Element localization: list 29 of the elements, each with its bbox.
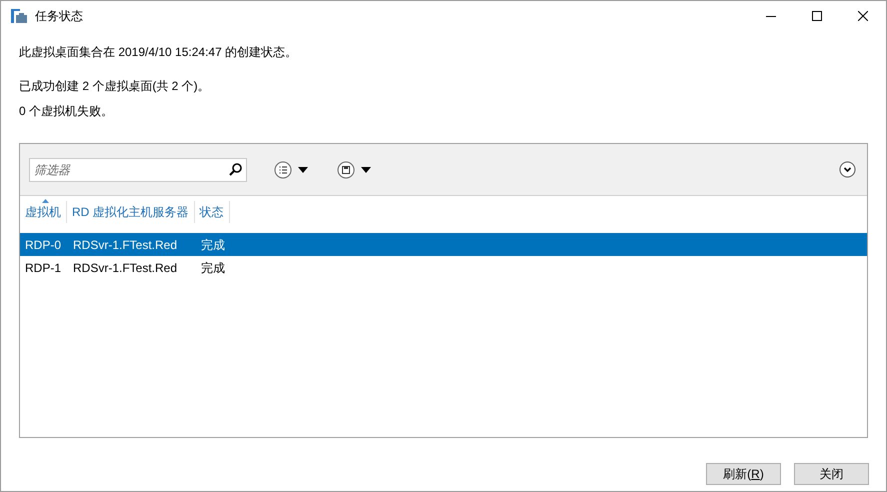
save-icon bbox=[337, 160, 355, 178]
status-message: 已成功创建 2 个虚拟桌面(共 2 个)。 bbox=[19, 78, 211, 94]
status-message: 0 个虚拟机失败。 bbox=[19, 103, 114, 119]
close-icon bbox=[858, 11, 868, 21]
table-cell-text: 完成 bbox=[200, 236, 225, 254]
column-header[interactable]: 虚拟机 bbox=[20, 201, 67, 223]
window-icon bbox=[11, 9, 27, 23]
column-header[interactable]: 状态 bbox=[194, 201, 230, 223]
search-icon bbox=[229, 162, 242, 176]
caret-icon bbox=[361, 166, 371, 172]
list-options-button[interactable] bbox=[274, 160, 308, 178]
caret-icon bbox=[298, 166, 308, 172]
filter-field[interactable]: 筛选器 bbox=[29, 158, 247, 182]
save-options-button[interactable] bbox=[337, 160, 371, 178]
status-message: 此虚拟桌面集合在 2019/4/10 15:24:47 的创建状态。 bbox=[19, 44, 298, 60]
column-header[interactable]: RD 虚拟化主机服务器 bbox=[67, 201, 195, 223]
table-cell-text: RDSvr-1.FTest.Red bbox=[72, 260, 178, 276]
dialog-button[interactable]: 刷新(R) bbox=[706, 463, 781, 485]
table-cell-text: RDP-0 bbox=[24, 236, 62, 254]
table-row[interactable]: RDP-0 RDSvr-1.FTest.Red 完成 bbox=[20, 233, 867, 256]
chevron-down-icon bbox=[839, 161, 856, 178]
expand-button[interactable] bbox=[839, 161, 856, 178]
table-cell-text: RDP-1 bbox=[24, 260, 62, 276]
table-cell-text: RDSvr-1.FTest.Red bbox=[72, 236, 178, 254]
maximize-icon bbox=[812, 11, 822, 21]
list-icon bbox=[274, 160, 292, 178]
window-title: 任务状态 bbox=[35, 8, 83, 25]
dialog-button[interactable]: 关闭 bbox=[794, 463, 869, 485]
table-cell-text: 完成 bbox=[200, 260, 225, 276]
